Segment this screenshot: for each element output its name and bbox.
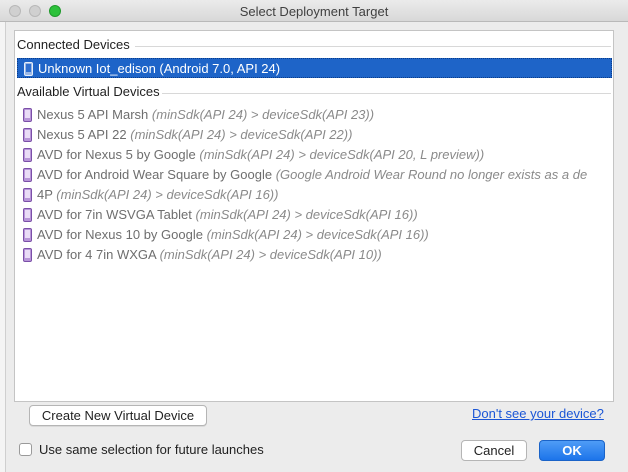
same-selection-label: Use same selection for future launches <box>39 442 264 457</box>
device-row-available[interactable]: AVD for Android Wear Square by Google (G… <box>17 165 611 185</box>
device-name: AVD for Nexus 10 by Google (minSdk(API 2… <box>37 227 429 242</box>
device-row-available[interactable]: Nexus 5 API Marsh (minSdk(API 24) > devi… <box>17 105 611 125</box>
device-name-text: AVD for Android Wear Square by Google <box>37 167 273 182</box>
device-row-available[interactable]: AVD for Nexus 5 by Google (minSdk(API 24… <box>17 145 611 165</box>
phone-icon <box>23 128 32 142</box>
device-incompatibility-detail: (minSdk(API 24) > deviceSdk(API 23)) <box>151 107 375 122</box>
device-row-available[interactable]: AVD for 4 7in WXGA (minSdk(API 24) > dev… <box>17 245 611 265</box>
window-title: Select Deployment Target <box>239 4 389 19</box>
dont-see-device-link[interactable]: Don't see your device? <box>472 406 604 421</box>
device-name-text: AVD for Nexus 10 by Google <box>37 227 203 242</box>
phone-icon <box>23 188 32 202</box>
device-incompatibility-detail: (minSdk(API 24) > deviceSdk(API 20, L pr… <box>199 147 485 162</box>
background-window-edge <box>0 22 6 472</box>
create-new-virtual-device-button[interactable]: Create New Virtual Device <box>29 405 207 426</box>
device-name: AVD for Nexus 5 by Google (minSdk(API 24… <box>37 147 484 162</box>
device-incompatibility-detail: (minSdk(API 24) > deviceSdk(API 16)) <box>206 227 429 242</box>
device-name: Unknown Iot_edison (Android 7.0, API 24) <box>38 61 281 76</box>
device-row-available[interactable]: AVD for 7in WSVGA Tablet (minSdk(API 24)… <box>17 205 611 225</box>
phone-icon <box>23 108 32 122</box>
device-name-text: AVD for 4 7in WXGA <box>37 247 156 262</box>
same-selection-checkbox[interactable] <box>19 443 32 456</box>
phone-icon <box>24 62 33 76</box>
phone-icon <box>23 228 32 242</box>
device-name: AVD for 7in WSVGA Tablet (minSdk(API 24)… <box>37 207 418 222</box>
section-divider <box>162 93 611 94</box>
device-name: Nexus 5 API Marsh (minSdk(API 24) > devi… <box>37 107 374 122</box>
device-name-text: Nexus 5 API Marsh <box>37 107 149 122</box>
ok-button[interactable]: OK <box>539 440 605 461</box>
available-devices-label: Available Virtual Devices <box>17 84 160 99</box>
connected-devices-label: Connected Devices <box>17 37 130 52</box>
phone-icon <box>23 168 32 182</box>
device-name-text: AVD for 7in WSVGA Tablet <box>37 207 192 222</box>
device-incompatibility-detail: (minSdk(API 24) > deviceSdk(API 16)) <box>56 187 279 202</box>
device-name: AVD for Android Wear Square by Google (G… <box>37 167 587 182</box>
phone-icon <box>23 208 32 222</box>
cancel-button[interactable]: Cancel <box>461 440 527 461</box>
device-incompatibility-detail: (minSdk(API 24) > deviceSdk(API 22)) <box>130 127 353 142</box>
device-incompatibility-detail: (minSdk(API 24) > deviceSdk(API 16)) <box>195 207 418 222</box>
device-name: Nexus 5 API 22 (minSdk(API 24) > deviceS… <box>37 127 352 142</box>
device-list[interactable]: Connected Devices Unknown Iot_edison (An… <box>14 30 614 402</box>
device-name: 4P (minSdk(API 24) > deviceSdk(API 16)) <box>37 187 278 202</box>
device-name-text: AVD for Nexus 5 by Google <box>37 147 196 162</box>
device-row-connected[interactable]: Unknown Iot_edison (Android 7.0, API 24) <box>17 58 612 78</box>
connected-devices-header: Connected Devices <box>17 37 613 55</box>
device-incompatibility-detail: (Google Android Wear Round no longer exi… <box>275 167 588 182</box>
device-name-text: 4P <box>37 187 53 202</box>
select-deployment-target-dialog: Select Deployment Target Connected Devic… <box>0 0 628 472</box>
device-name-text: Nexus 5 API 22 <box>37 127 127 142</box>
device-row-available[interactable]: 4P (minSdk(API 24) > deviceSdk(API 16)) <box>17 185 611 205</box>
device-name: AVD for 4 7in WXGA (minSdk(API 24) > dev… <box>37 247 382 262</box>
phone-icon <box>23 148 32 162</box>
available-virtual-devices-header: Available Virtual Devices <box>17 84 613 102</box>
device-incompatibility-detail: (minSdk(API 24) > deviceSdk(API 10)) <box>159 247 382 262</box>
section-divider <box>135 46 611 47</box>
phone-icon <box>23 248 32 262</box>
device-row-available[interactable]: AVD for Nexus 10 by Google (minSdk(API 2… <box>17 225 611 245</box>
title-bar: Select Deployment Target <box>0 0 628 22</box>
device-row-available[interactable]: Nexus 5 API 22 (minSdk(API 24) > deviceS… <box>17 125 611 145</box>
